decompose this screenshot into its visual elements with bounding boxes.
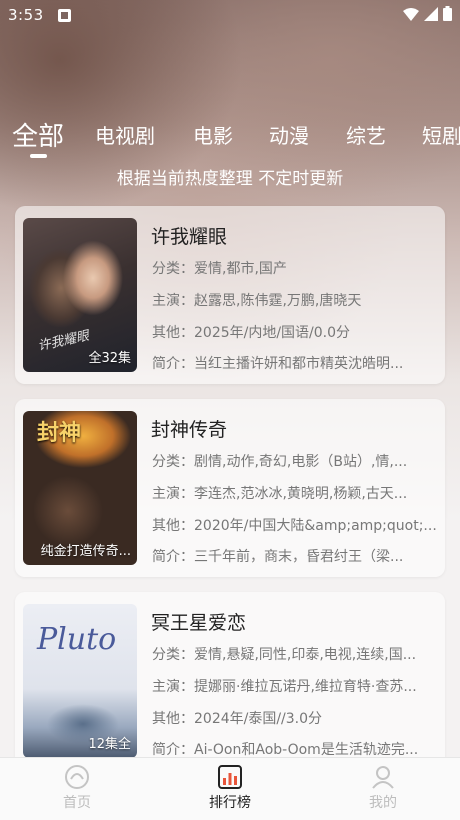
tab-all[interactable]: 全部 [12,116,64,153]
show-cast: 主演：赵露思,陈伟霆,万鹏,唐晓天 [152,293,362,309]
wifi-icon [403,7,419,21]
show-category: 分类：爱情,悬疑,同性,印泰,电视,连续,国... [152,647,417,663]
poster-logo: Pluto [37,622,117,657]
show-summary: 简介：Ai-Oon和Aob-Oom是生活轨迹完... [152,742,419,758]
show-cast: 主演：提娜丽·维拉瓦诺丹,维拉育特·查苏... [152,679,417,695]
episode-badge: 12集全 [88,737,131,752]
poster-logo: 许我耀眼 [36,328,91,355]
episode-badge: 全32集 [88,351,131,366]
ranking-subtitle: 根据当前热度整理 不定时更新 [116,169,344,189]
bottom-navigation: 首页 排行榜 我的 [0,757,460,820]
nav-ranking[interactable]: 排行榜 [190,764,270,812]
poster-image: 封神 纯金打造传奇... [23,411,137,565]
status-bar: 3:53 [0,0,460,32]
tab-anime[interactable]: 动漫 [269,120,309,149]
poster-caption: 纯金打造传奇... [40,544,131,559]
show-title: 封神传奇 [151,419,228,441]
category-tabs: 全部 电视剧 电影 动漫 综艺 短剧 [0,112,460,162]
show-card[interactable]: 许我耀眼 全32集 许我耀眼 分类：爱情,都市,国产 主演：赵露思,陈伟霆,万鹏… [15,206,445,384]
show-summary: 简介：三千年前，商末，昏君纣王（梁... [152,549,404,565]
show-card[interactable]: Pluto 12集全 冥王星爱恋 分类：爱情,悬疑,同性,印泰,电视,连续,国.… [15,592,445,770]
nav-home[interactable]: 首页 [37,764,117,812]
tab-tv-series[interactable]: 电视剧 [95,120,155,149]
show-category: 分类：剧情,动作,奇幻,电影（B站）,情,... [152,454,408,470]
tab-variety[interactable]: 综艺 [346,120,386,149]
ranking-icon [218,765,242,789]
status-time: 3:53 [8,6,44,24]
show-category: 分类：爱情,都市,国产 [152,261,287,277]
show-cast: 主演：李连杰,范冰冰,黄晓明,杨颖,古天... [152,486,408,502]
nav-profile-label: 我的 [369,795,397,811]
signal-icon [424,6,438,21]
show-summary: 简介：当红主播许妍和都市精英沈皓明... [152,356,404,372]
tab-short-drama[interactable]: 短剧 [422,120,460,149]
home-icon [65,765,89,789]
nav-ranking-label: 排行榜 [209,795,251,811]
show-title: 冥王星爱恋 [151,612,247,634]
poster-image: 许我耀眼 全32集 [23,218,137,372]
show-title: 许我耀眼 [151,226,228,248]
poster-logo: 封神 [37,421,82,446]
show-card[interactable]: 封神 纯金打造传奇... 封神传奇 分类：剧情,动作,奇幻,电影（B站）,情,.… [15,399,445,577]
nav-home-label: 首页 [63,795,91,811]
show-other: 其他：2020年/中国大陆&amp;amp;quot;... [152,518,437,534]
poster-image: Pluto 12集全 [23,604,137,758]
nav-profile[interactable]: 我的 [343,764,423,812]
tab-indicator [30,154,47,158]
battery-icon [443,6,452,21]
show-other: 其他：2024年/泰国//3.0分 [152,711,323,727]
profile-icon [372,766,394,789]
tab-movies[interactable]: 电影 [193,120,233,149]
show-other: 其他：2025年/内地/国语/0.0分 [152,325,351,341]
notification-icon [58,9,71,22]
